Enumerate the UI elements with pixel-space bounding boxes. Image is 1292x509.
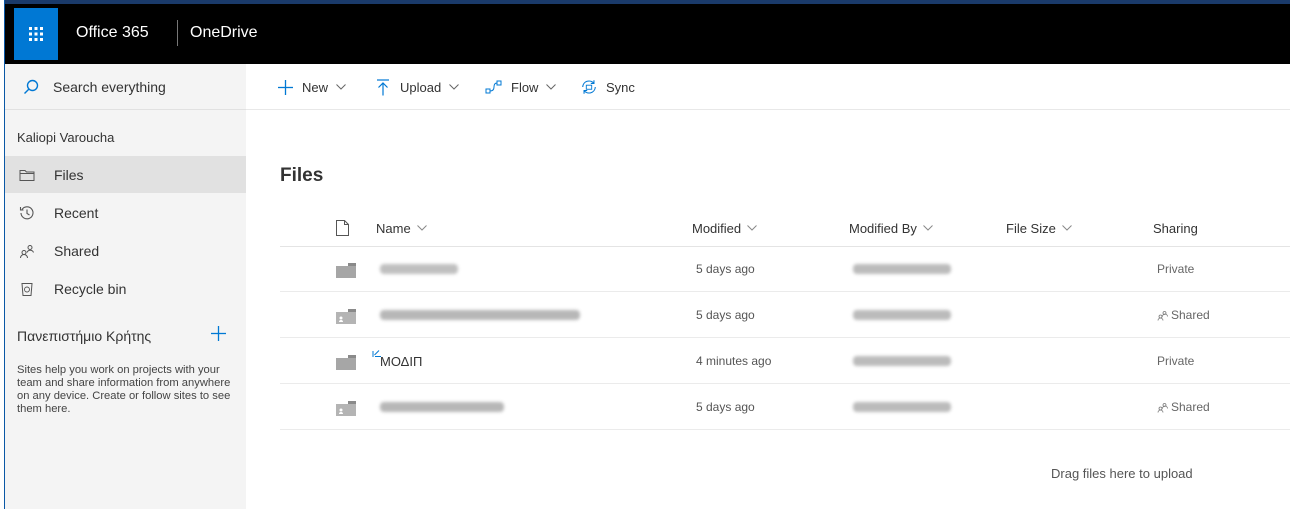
file-name[interactable]: ΜΟΔΙΠ — [380, 354, 422, 369]
app-title[interactable]: OneDrive — [190, 24, 258, 42]
suite-header: Office 365 OneDrive — [5, 0, 1290, 64]
sync-button[interactable]: Sync — [580, 64, 635, 110]
chevron-down-icon — [449, 84, 460, 90]
modified-value: 5 days ago — [696, 308, 755, 322]
suite-title[interactable]: Office 365 — [76, 24, 149, 42]
flow-icon — [485, 78, 503, 96]
clock-icon — [18, 204, 36, 222]
sites-help-text: Sites help you work on projects with you… — [17, 364, 231, 415]
column-header-label: Sharing — [1153, 220, 1198, 236]
file-name-obscured[interactable] — [380, 402, 504, 412]
new-label: New — [302, 79, 329, 95]
nav-item-label: Files — [54, 166, 84, 183]
upload-button[interactable]: Upload — [374, 64, 460, 110]
sharing-label: Shared — [1171, 400, 1210, 414]
page-title: Files — [280, 165, 324, 186]
shared-folder-icon — [336, 401, 356, 421]
app-window: Office 365 OneDrive Search everything Ka… — [4, 0, 1290, 509]
modified-by-obscured — [853, 264, 951, 274]
file-name-obscured[interactable] — [380, 310, 580, 320]
plus-icon — [210, 325, 226, 341]
shared-people-icon — [18, 242, 36, 260]
folder-icon — [336, 355, 356, 375]
table-row[interactable]: 5 days ago Private — [280, 247, 1290, 292]
dropzone-hint[interactable]: Drag files here to upload — [1051, 466, 1193, 481]
column-header-modified-by[interactable]: Modified By — [849, 210, 933, 246]
column-header-label: File Size — [1006, 220, 1056, 236]
modified-by-obscured — [853, 310, 951, 320]
sync-icon — [580, 78, 598, 96]
app-launcher-button[interactable] — [14, 8, 58, 60]
column-header-name[interactable]: Name — [376, 210, 427, 246]
search-placeholder: Search everything — [53, 78, 166, 95]
column-header-label: Modified By — [849, 220, 917, 236]
recycle-bin-icon — [18, 280, 36, 298]
file-name-obscured[interactable] — [380, 264, 458, 274]
chevron-down-icon — [1062, 225, 1072, 231]
nav-item-recycle-bin[interactable]: Recycle bin — [5, 270, 246, 307]
upload-arrow-icon — [374, 78, 392, 96]
nav-item-files[interactable]: Files — [5, 156, 246, 193]
nav-item-label: Shared — [54, 242, 100, 259]
column-header-label: Name — [376, 220, 411, 236]
file-type-icon — [336, 220, 349, 236]
sites-heading[interactable]: Πανεπιστήμιο Κρήτης — [17, 328, 151, 344]
add-site-button[interactable] — [208, 323, 228, 343]
shared-people-icon — [1157, 402, 1168, 413]
column-header-type[interactable] — [336, 210, 349, 246]
upload-label: Upload — [400, 79, 442, 95]
sharing-status[interactable]: Shared — [1157, 308, 1210, 322]
search-box[interactable]: Search everything — [5, 64, 246, 110]
sharing-status[interactable]: Shared — [1157, 400, 1210, 414]
flow-label: Flow — [511, 79, 539, 95]
sharing-label: Private — [1157, 262, 1195, 276]
nav-item-label: Recycle bin — [54, 280, 127, 297]
plus-icon — [276, 78, 294, 96]
command-bar: New Upload Flow Sync — [246, 64, 1290, 110]
shared-folder-icon — [336, 309, 356, 329]
flow-button[interactable]: Flow — [485, 64, 557, 110]
left-navigation: Search everything Kaliopi Varoucha Files… — [5, 64, 246, 509]
folder-icon — [336, 263, 356, 283]
column-header-label: Modified — [692, 220, 742, 236]
chevron-down-icon — [747, 225, 757, 231]
chevron-down-icon — [416, 225, 427, 231]
sharing-label: Shared — [1171, 308, 1210, 322]
nav-item-recent[interactable]: Recent — [5, 194, 246, 231]
new-button[interactable]: New — [276, 64, 346, 110]
column-header-modified[interactable]: Modified — [692, 210, 757, 246]
table-row[interactable]: ΜΟΔΙΠ 4 minutes ago Private — [280, 339, 1290, 384]
sharing-status[interactable]: Private — [1157, 354, 1194, 368]
app-launcher-icon — [29, 27, 43, 41]
modified-by-obscured — [853, 356, 951, 366]
sync-label: Sync — [606, 79, 635, 95]
table-row[interactable]: 5 days ago Shared — [280, 385, 1290, 430]
modified-value: 5 days ago — [696, 400, 755, 414]
column-header-file-size[interactable]: File Size — [1006, 210, 1072, 246]
modified-value: 4 minutes ago — [696, 354, 772, 368]
chevron-down-icon — [923, 225, 933, 231]
chevron-down-icon — [546, 84, 557, 90]
nav-item-shared[interactable]: Shared — [5, 232, 246, 269]
table-row[interactable]: 5 days ago Shared — [280, 293, 1290, 338]
column-header-sharing[interactable]: Sharing — [1153, 210, 1198, 246]
title-divider — [177, 20, 178, 46]
sharing-label: Private — [1157, 354, 1195, 368]
shared-people-icon — [1157, 310, 1168, 321]
sharing-status[interactable]: Private — [1157, 262, 1194, 276]
modified-by-obscured — [853, 402, 951, 412]
modified-value: 5 days ago — [696, 262, 755, 276]
search-icon — [24, 79, 39, 94]
chevron-down-icon — [336, 84, 346, 90]
nav-item-label: Recent — [54, 204, 99, 221]
owner-name: Kaliopi Varoucha — [17, 130, 115, 145]
folder-icon — [18, 166, 36, 184]
